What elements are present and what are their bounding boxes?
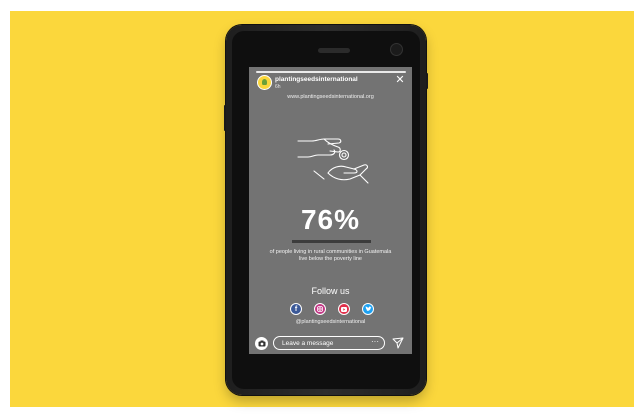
social-handle: @plantingseedsinternational [295, 319, 366, 325]
volume-button [224, 105, 226, 131]
story-footer: ··· [249, 334, 412, 354]
social-icons-row: f [290, 303, 374, 315]
story-screen: plantingseedsinternational 6h ✕ www.plan… [249, 67, 412, 354]
close-icon[interactable]: ✕ [395, 75, 405, 86]
power-button [426, 73, 428, 89]
ellipsis-icon[interactable]: ··· [371, 336, 379, 348]
stat-underline [292, 240, 371, 243]
story-username[interactable]: plantingseedsinternational [275, 76, 358, 83]
hands-giving-icon [297, 138, 369, 184]
stat-percentage: 76% [300, 204, 361, 235]
camera-icon[interactable] [255, 337, 268, 350]
facebook-icon[interactable]: f [290, 303, 302, 315]
website-url[interactable]: www.plantingseedsinternational.org [249, 94, 412, 100]
twitter-icon[interactable] [362, 303, 374, 315]
story-time: 6h [275, 84, 281, 90]
send-icon[interactable] [392, 337, 404, 349]
stat-description: of people living in rural communities in… [269, 249, 392, 262]
story-progress-bar [256, 71, 406, 73]
youtube-icon[interactable] [338, 303, 350, 315]
message-input[interactable] [273, 336, 385, 350]
front-camera [390, 43, 403, 56]
profile-avatar[interactable] [257, 75, 272, 90]
follow-us-title: Follow us [311, 286, 350, 296]
phone-speaker [318, 48, 350, 53]
instagram-icon[interactable] [314, 303, 326, 315]
